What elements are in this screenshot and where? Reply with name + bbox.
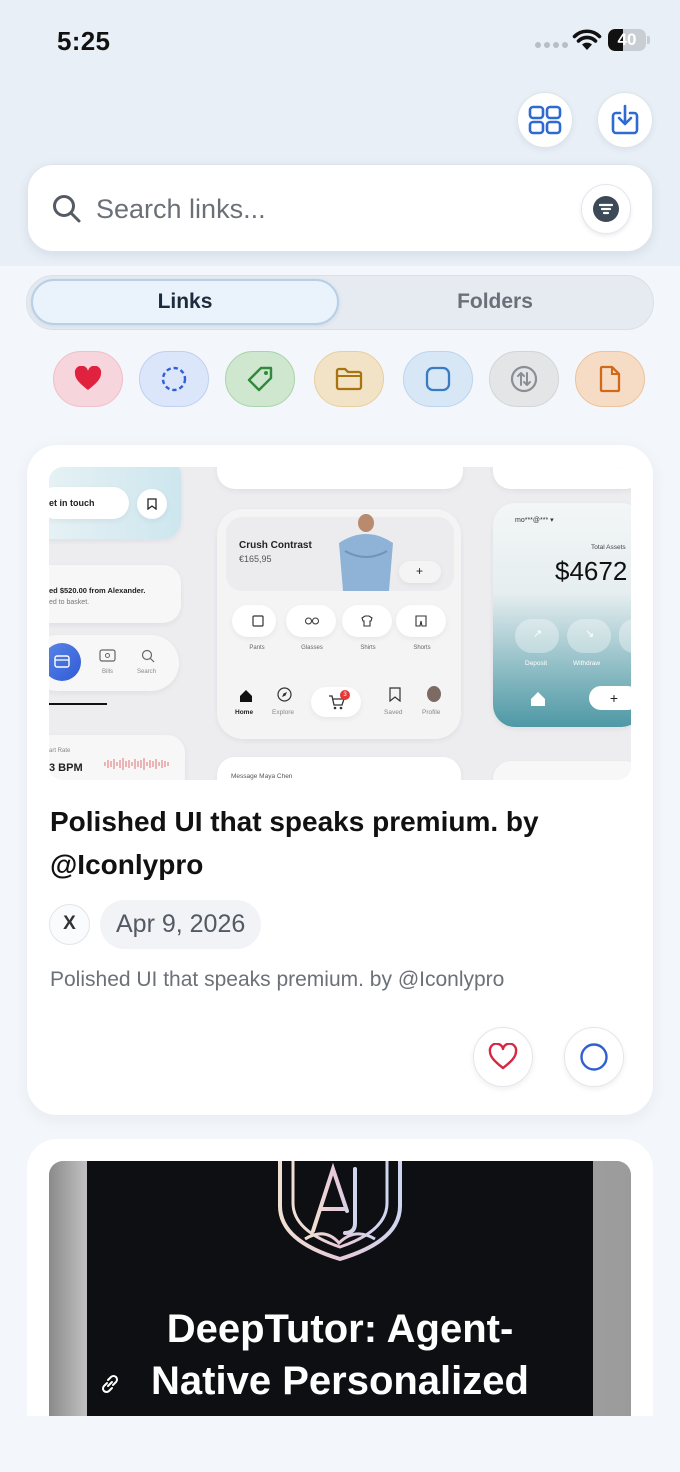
thumb-text: Total Assets [591,544,626,551]
thumb-text: et in touch [49,498,95,508]
circle-icon [580,1043,608,1071]
thumb-text: ed to basket. [49,599,90,606]
tab-links[interactable]: Links [31,279,339,325]
favorite-button[interactable] [473,1027,533,1087]
folder-icon [335,367,363,391]
filter-lines-icon [593,196,619,222]
thumb-text: Shorts [413,645,431,651]
square-icon [425,366,451,392]
download-tray-icon [611,104,639,135]
cellular-signal-icon [535,42,568,48]
heart-outline-icon [488,1043,518,1070]
thumb-text: Glasses [301,645,323,651]
dashed-circle-icon [161,366,187,392]
logo-shield-icon [278,1161,402,1261]
thumb-text: Pants [249,645,265,651]
status-bar: 5:25 40 [0,0,680,80]
filter-chip-collections[interactable] [403,351,473,407]
thumb-text: Crush Contrast [239,540,312,551]
link-icon [101,1374,119,1394]
grid-icon [528,105,562,135]
heart-icon [74,366,102,390]
thumb-text: Profile [422,709,441,716]
product-image [339,514,393,591]
thumb-text: Bills [102,669,114,675]
sort-arrows-icon [510,365,538,393]
tag-icon [247,366,273,392]
bottom-area [0,1416,680,1472]
thumb-text: Search [137,669,157,675]
mark-read-button[interactable] [564,1027,624,1087]
thumb-text: ed $520.00 from Alexander. [49,586,146,595]
thumb-text: mo***@*** ▾ [515,517,554,524]
filter-chip-tags[interactable] [225,351,295,407]
search-bar [27,164,653,252]
link-thumbnail: et in touch ed $520.00 from Alexander. e… [49,467,631,780]
thumb-text: Message Maya Chen [231,773,293,780]
filter-chip-documents[interactable] [575,351,645,407]
view-tabs: Links Folders [26,275,654,330]
wifi-icon [572,29,602,50]
source-badge-x: X [49,904,90,945]
thumb-text: Saved [384,709,403,716]
link-title[interactable]: Polished UI that speaks premium. by @Ico… [50,800,610,886]
search-input[interactable] [96,187,556,231]
filter-chip-unread[interactable] [139,351,209,407]
status-time: 5:25 [57,26,111,56]
grid-view-button[interactable] [517,92,573,148]
bookmark-icon [147,498,157,510]
thumb-text: art Rate [49,748,71,754]
search-icon [53,195,81,223]
battery-icon: 40 [608,29,650,51]
thumb-text: Deposit [525,660,548,667]
thumb-text: Explore [272,709,295,716]
link-thumbnail: DeepTutor: Agent- Native Personalized [49,1161,631,1416]
thumb-text: Withdraw [573,660,601,667]
import-button[interactable] [597,92,653,148]
filter-button[interactable] [581,184,631,234]
thumb-text: €165,95 [239,554,272,564]
link-date: Apr 9, 2026 [100,900,262,949]
tab-folders[interactable]: Folders [341,279,649,325]
thumb-text: Home [235,709,254,716]
thumb-title: DeepTutor: Agent- Native Personalized [151,1307,529,1403]
document-icon [599,365,621,393]
battery-level: 40 [617,30,637,49]
thumb-cart-count: 3 [340,690,350,700]
thumb-text: $4672 [555,556,628,586]
thumb-text: 3 BPM [49,762,83,774]
filter-chip-favorites[interactable] [53,351,123,407]
filter-chip-sort[interactable] [489,351,559,407]
link-card[interactable]: et in touch ed $520.00 from Alexander. e… [27,445,653,1115]
filter-chip-folders[interactable] [314,351,384,407]
thumb-text: Shirts [360,645,376,651]
link-description: Polished UI that speaks premium. by @Ico… [50,968,505,991]
